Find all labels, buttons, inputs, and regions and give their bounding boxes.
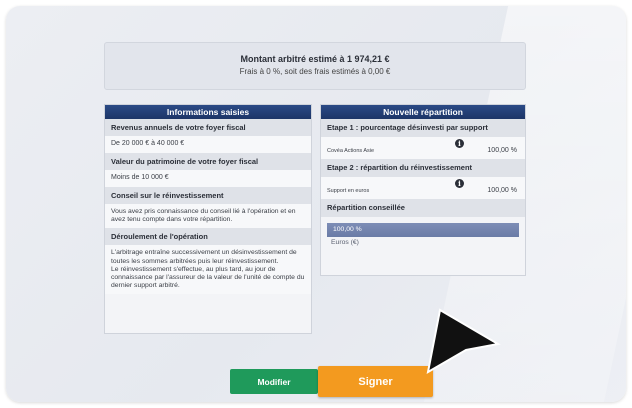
info-icon[interactable]: i — [455, 179, 464, 188]
step1-label: Etape 1 : pourcentage désinvesti par sup… — [321, 119, 525, 137]
info-icon[interactable]: i — [455, 139, 464, 148]
repartition-label: Répartition conseillée — [321, 199, 525, 217]
deroulement-label: Déroulement de l'opération — [105, 228, 311, 246]
mouse-pointer-icon — [426, 308, 501, 374]
patrimoine-label: Valeur du patrimoine de votre foyer fisc… — [105, 153, 311, 170]
step1-fund-pct: 100,00 % — [487, 147, 517, 154]
info-panel-title: Informations saisies — [105, 105, 311, 119]
summary-box: Montant arbitré estimé à 1 974,21 € Frai… — [104, 42, 526, 90]
info-panel: Informations saisies Revenus annuels de … — [104, 104, 312, 334]
step1-fund-name: Covéa Actions Asie — [327, 148, 375, 154]
summary-amount: Montant arbitré estimé à 1 974,21 € — [240, 54, 390, 64]
step2-fund-pct: 100,00 % — [487, 187, 517, 194]
modifier-button[interactable]: Modifier — [230, 369, 318, 394]
summary-fees: Frais à 0 %, soit des frais estimés à 0,… — [239, 67, 391, 76]
step2-fund-name: Support en euros — [327, 188, 370, 194]
repartition-bar-caption: Euros (€) — [331, 239, 359, 246]
revenus-label: Revenus annuels de votre foyer fiscal — [105, 119, 311, 136]
repartition-panel: Nouvelle répartition Etape 1 : pourcenta… — [320, 104, 526, 276]
conseil-text: Vous avez pris connaissance du conseil l… — [105, 204, 311, 229]
step1-fund-row: i Covéa Actions Asie 100,00 % — [321, 137, 525, 159]
step2-fund-row: i Support en euros 100,00 % — [321, 177, 525, 199]
app-window: Montant arbitré estimé à 1 974,21 € Frai… — [6, 6, 626, 402]
revenus-value: De 20 000 € à 40 000 € — [105, 136, 311, 153]
step2-label: Etape 2 : répartition du réinvestissemen… — [321, 159, 525, 177]
signer-button[interactable]: Signer — [318, 366, 433, 397]
patrimoine-value: Moins de 10 000 € — [105, 170, 311, 187]
repartition-panel-title: Nouvelle répartition — [321, 105, 525, 119]
deroulement-text-1: L'arbitrage entraîne successivement un d… — [111, 249, 297, 265]
conseil-label: Conseil sur le réinvestissement — [105, 187, 311, 204]
deroulement-text: L'arbitrage entraîne successivement un d… — [105, 245, 311, 295]
deroulement-text-2: Le réinvestissement s'effectue, au plus … — [111, 265, 305, 290]
repartition-bar: 100,00 % — [327, 223, 519, 237]
